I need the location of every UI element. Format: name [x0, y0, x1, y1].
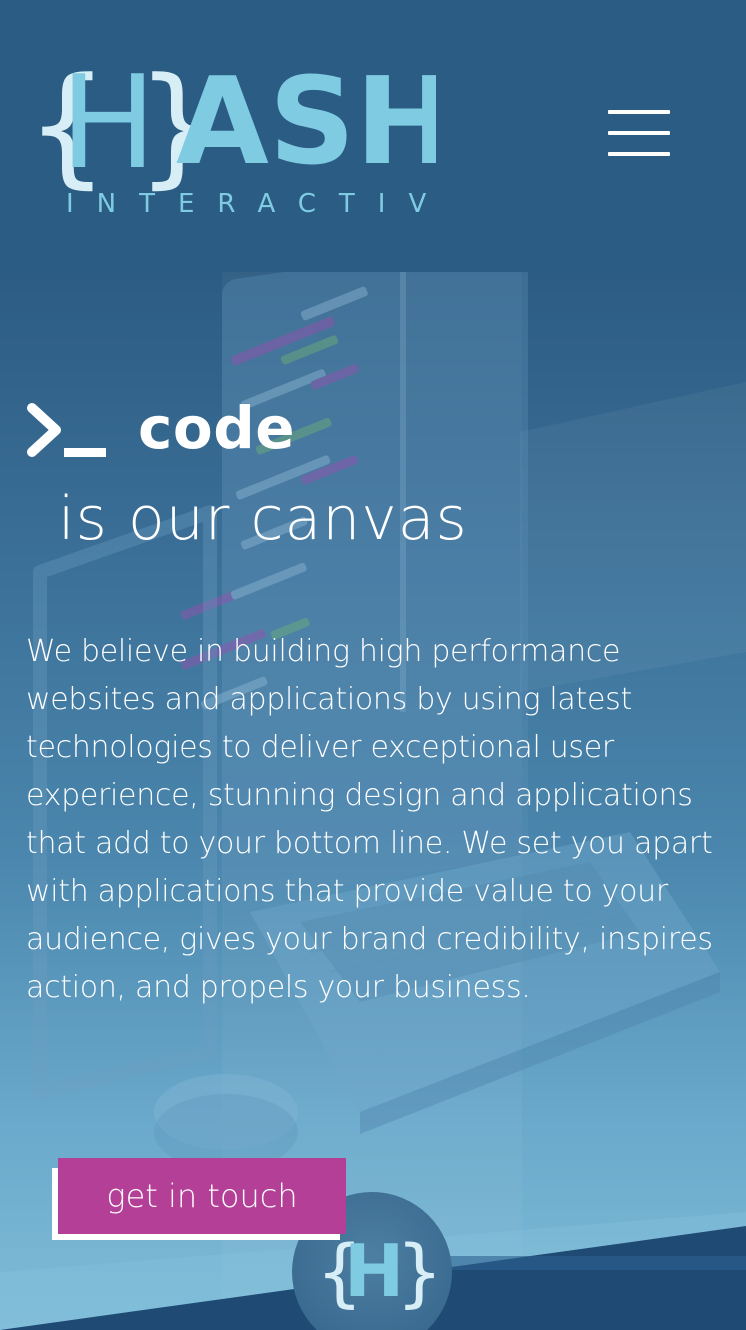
logo-wordmark: ASH: [176, 53, 436, 192]
logo-tagline: INTERACTIVE: [66, 189, 436, 219]
site-header: { H } ASH INTERACTIVE: [0, 0, 746, 272]
hamburger-menu-icon[interactable]: [600, 104, 678, 164]
terminal-prompt-icon: [27, 403, 106, 457]
menu-bar-middle: [608, 131, 670, 135]
hash-interactive-logo[interactable]: { H } ASH INTERACTIVE: [26, 52, 436, 222]
headline-code: code: [138, 394, 296, 462]
headline-tagline: is our canvas: [58, 484, 468, 554]
get-in-touch-button[interactable]: get in touch: [58, 1158, 346, 1234]
page: { H } ASH INTERACTIVE code is our canvas…: [0, 0, 746, 1330]
menu-bar-top: [608, 110, 670, 114]
badge-brace-close: }: [396, 1230, 443, 1316]
menu-bar-bottom: [608, 152, 670, 156]
hero-description: We believe in building high performance …: [26, 634, 713, 1005]
